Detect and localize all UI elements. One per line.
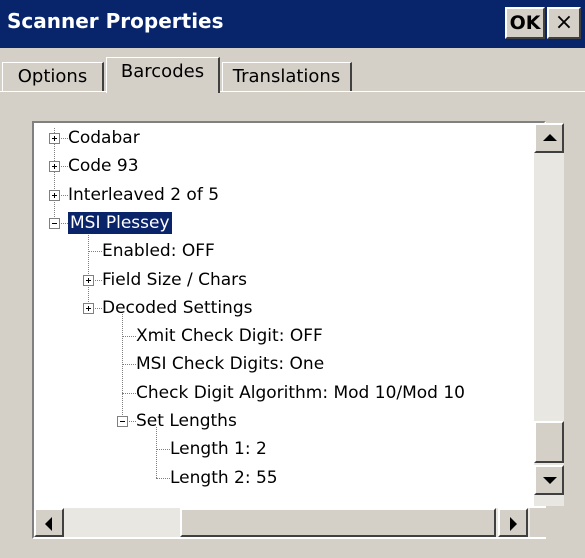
expand-icon[interactable] [49, 133, 60, 144]
tree-node[interactable]: Interleaved 2 of 5 [68, 184, 219, 206]
tree-connector [88, 228, 89, 308]
tab-translations[interactable]: Translations [222, 62, 352, 92]
scrollbar-corner [530, 508, 564, 537]
tree-node[interactable]: Decoded Settings [102, 297, 252, 319]
tree-node[interactable]: Xmit Check Digit: OFF [136, 325, 323, 347]
expand-icon[interactable] [49, 189, 60, 201]
tree-node[interactable]: Field Size / Chars [102, 269, 247, 291]
close-button[interactable]: × [547, 7, 581, 39]
tab-options[interactable]: Options [2, 62, 104, 92]
window-title: Scanner Properties [7, 9, 224, 33]
arrow-left-icon [45, 517, 52, 531]
horizontal-scrollbar[interactable] [34, 508, 530, 537]
scroll-up-button[interactable] [534, 123, 564, 153]
tree-connector [122, 392, 136, 394]
tab-barcodes[interactable]: Barcodes [106, 57, 220, 93]
tree-node[interactable]: Check Digit Algorithm: Mod 10/Mod 10 [136, 382, 465, 404]
arrow-right-icon [510, 517, 517, 531]
tree-connector [122, 313, 123, 421]
tree-node[interactable]: Length 1: 2 [170, 438, 267, 460]
vertical-scrollbar[interactable] [534, 123, 564, 506]
ok-button[interactable]: OK [505, 7, 545, 39]
collapse-icon[interactable] [49, 217, 60, 229]
collapse-icon[interactable] [117, 416, 128, 427]
tree-connector [156, 427, 157, 478]
horizontal-scroll-thumb[interactable] [180, 508, 496, 537]
tree-connector [88, 251, 102, 253]
expand-icon[interactable] [83, 302, 94, 314]
tree-node[interactable]: MSI Plessey [67, 210, 173, 235]
scroll-down-button[interactable] [534, 465, 564, 495]
expand-icon[interactable] [49, 161, 60, 173]
tree-connector [156, 449, 170, 451]
barcode-tree-view[interactable]: Codabar Code 93 Interleaved 2 of 5 MSI Ples… [32, 121, 546, 539]
arrow-up-icon [543, 134, 557, 141]
tree-node[interactable]: Code 93 [68, 155, 139, 177]
scroll-left-button[interactable] [34, 508, 64, 537]
title-bar: Scanner Properties OK × [0, 0, 585, 48]
tree-node[interactable]: Length 2: 55 [170, 467, 278, 489]
tree-node[interactable]: MSI Check Digits: One [136, 353, 324, 375]
arrow-down-icon [543, 477, 557, 484]
tree-connector [122, 364, 136, 366]
tree-node[interactable]: Enabled: OFF [102, 240, 215, 262]
scroll-right-button[interactable] [498, 508, 528, 537]
tree-node[interactable]: Set Lengths [136, 410, 237, 432]
tree-node[interactable]: Codabar [68, 127, 140, 149]
expand-icon[interactable] [83, 274, 94, 286]
vertical-scroll-thumb[interactable] [534, 421, 564, 463]
tree-connector [156, 477, 170, 479]
tree-connector [122, 336, 136, 338]
